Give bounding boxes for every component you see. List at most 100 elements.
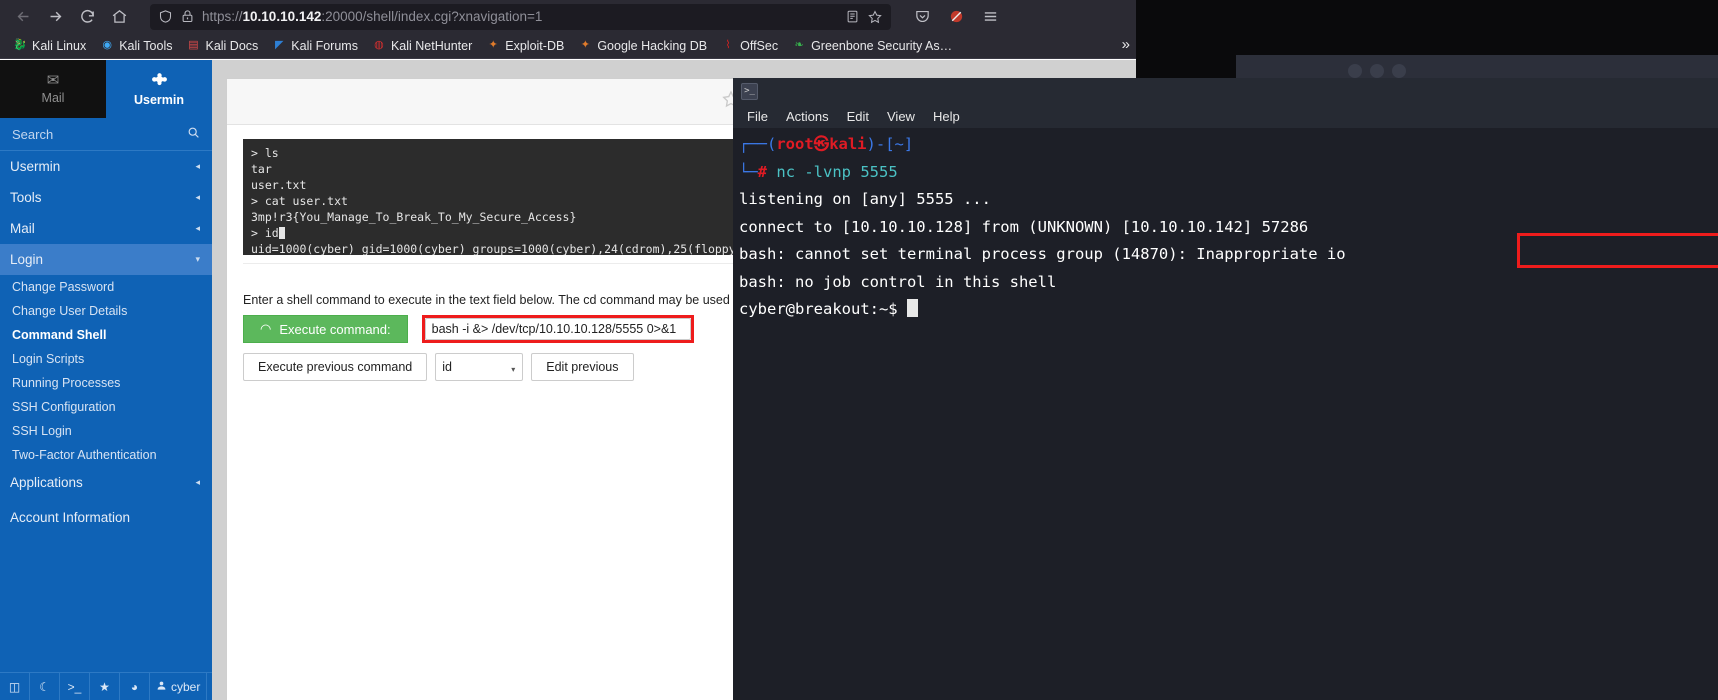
window-dot[interactable]: [1348, 64, 1362, 78]
prompt-user: root: [776, 135, 814, 153]
bookmark-star-icon[interactable]: [867, 9, 883, 25]
reader-view-icon[interactable]: [845, 9, 860, 24]
terminal-output-line: listening on [any] 5555 ...: [739, 190, 991, 208]
menu-help[interactable]: Help: [933, 109, 960, 124]
bookmark-item[interactable]: ◍ Kali NetHunter: [365, 37, 479, 55]
spinner-icon: ◠: [260, 321, 272, 336]
usermin-icon: [151, 72, 168, 90]
back-button-icon[interactable]: [8, 3, 38, 31]
execute-command-button[interactable]: ◠ Execute command:: [243, 315, 408, 343]
command-input-highlight: [421, 315, 694, 343]
sidebar-item-change-user-details[interactable]: Change User Details: [0, 299, 212, 323]
sidebar-item-ssh-configuration[interactable]: SSH Configuration: [0, 395, 212, 419]
console-line: tar: [251, 162, 272, 176]
sidebar-tab-mail[interactable]: ✉ Mail: [0, 60, 106, 118]
url-text[interactable]: https://10.10.10.142:20000/shell/index.c…: [202, 9, 838, 24]
terminal-output[interactable]: ┌──(root㉿kali)-[~] └─# nc -lvnp 5555 lis…: [733, 128, 1718, 700]
bookmark-item[interactable]: ⌇ OffSec: [714, 37, 785, 55]
prompt-host: kali: [829, 135, 867, 153]
lock-warning-icon[interactable]: [180, 9, 195, 24]
sidebar-group-label: Login: [10, 252, 44, 267]
sidebar-item-two-factor-authentication[interactable]: Two-Factor Authentication: [0, 443, 212, 467]
terminal-menubar: File Actions Edit View Help: [733, 104, 1718, 128]
menu-file[interactable]: File: [747, 109, 768, 124]
command-input[interactable]: [424, 318, 691, 340]
sidebar-group-mail[interactable]: Mail ◂: [0, 213, 212, 244]
terminal-icon[interactable]: >_: [60, 673, 90, 700]
sidebar-group-tools[interactable]: Tools ◂: [0, 182, 212, 213]
user-label: cyber: [171, 679, 201, 694]
menu-actions[interactable]: Actions: [786, 109, 829, 124]
sidebar-group-account-information[interactable]: Account Information: [0, 502, 212, 533]
palette-icon[interactable]: ◕: [120, 673, 150, 700]
window-dot[interactable]: [1392, 64, 1406, 78]
bookmark-item[interactable]: 🐉 Kali Linux: [6, 37, 93, 55]
sidebar-item-change-password[interactable]: Change Password: [0, 275, 212, 299]
sidebar-item-label: Change Password: [12, 280, 115, 294]
extension-blocked-icon[interactable]: [941, 3, 971, 31]
sidebar-current-user[interactable]: cyber: [150, 673, 208, 700]
sidebar-item-label: SSH Login: [12, 424, 72, 438]
sidebar-group-label: Mail: [10, 221, 35, 236]
url-path: :20000/shell/index.cgi?xnavigation=1: [321, 9, 543, 24]
favorites-icon[interactable]: ★: [90, 673, 120, 700]
sidebar-group-label: Applications: [10, 475, 83, 490]
bookmark-item[interactable]: ❧ Greenbone Security As…: [785, 37, 959, 55]
offsec-icon: ⌇: [725, 39, 731, 51]
chevron-left-icon: ◂: [195, 223, 200, 233]
pocket-icon[interactable]: [907, 3, 937, 31]
sidebar-group-applications[interactable]: Applications ◂: [0, 467, 212, 498]
sidebar-tab-usermin[interactable]: Usermin: [106, 60, 212, 118]
home-button-icon[interactable]: [104, 3, 134, 31]
sidebar-item-login-scripts[interactable]: Login Scripts: [0, 347, 212, 371]
window-dot[interactable]: [1370, 64, 1384, 78]
url-bar[interactable]: https://10.10.10.142:20000/shell/index.c…: [150, 3, 891, 30]
refresh-modules-icon[interactable]: ◫: [0, 673, 30, 700]
sidebar-group-label: Usermin: [10, 159, 61, 174]
kali-forums-icon: ◤: [275, 39, 284, 51]
menu-view[interactable]: View: [887, 109, 915, 124]
hamburger-menu-icon[interactable]: [975, 3, 1005, 31]
bookmark-label: Google Hacking DB: [597, 38, 708, 53]
sidebar-group-login[interactable]: Login ▾: [0, 244, 212, 275]
sidebar-item-label: Running Processes: [12, 376, 121, 390]
sidebar-search[interactable]: Search: [0, 118, 212, 151]
terminal-output-line: connect to [10.10.10.128] from (UNKNOWN)…: [739, 217, 1309, 236]
shield-icon[interactable]: [158, 9, 173, 24]
menu-edit[interactable]: Edit: [847, 109, 869, 124]
bookmark-label: Kali Docs: [205, 38, 259, 53]
theme-toggle-icon[interactable]: ☾: [30, 673, 60, 700]
sidebar-group-label: Account Information: [10, 510, 131, 525]
search-input[interactable]: Search: [12, 127, 53, 142]
bookmark-item[interactable]: ◤ Kali Forums: [265, 37, 365, 55]
bookmark-item[interactable]: ▤ Kali Docs: [179, 37, 265, 55]
bookmark-item[interactable]: ✦ Google Hacking DB: [571, 37, 714, 55]
reload-button-icon[interactable]: [72, 3, 102, 31]
kali-docs-icon: ▤: [188, 39, 199, 51]
chevron-left-icon: ◂: [195, 192, 200, 202]
kali-terminal-window[interactable]: >_ File Actions Edit View Help ┌──(root㉿…: [733, 78, 1718, 700]
bookmarks-overflow-button[interactable]: »: [1122, 36, 1130, 53]
execute-previous-command-button[interactable]: Execute previous command: [243, 353, 428, 381]
bookmark-label: Kali Forums: [291, 38, 358, 53]
execute-previous-label: Execute previous command: [258, 360, 413, 374]
prompt-corner-glyph: └─: [739, 162, 758, 181]
previous-command-select[interactable]: id ▾: [435, 353, 524, 381]
terminal-titlebar[interactable]: >_: [733, 78, 1718, 104]
chevron-down-icon: ▾: [195, 254, 200, 264]
sidebar-group-usermin[interactable]: Usermin ◂: [0, 151, 212, 182]
bookmark-item[interactable]: ◉ Kali Tools: [93, 37, 179, 55]
sidebar-item-running-processes[interactable]: Running Processes: [0, 371, 212, 395]
search-icon[interactable]: [187, 126, 200, 142]
edit-previous-button[interactable]: Edit previous: [531, 353, 634, 381]
terminal-output-line: bash: no job control in this shell: [739, 272, 1057, 291]
sidebar-item-command-shell[interactable]: Command Shell: [0, 323, 212, 347]
forward-button-icon[interactable]: [40, 3, 70, 31]
sidebar-item-ssh-login[interactable]: SSH Login: [0, 419, 212, 443]
url-scheme: https://: [202, 9, 243, 24]
kali-at-icon: ㉿: [813, 135, 830, 153]
bookmark-item[interactable]: ✦ Exploit-DB: [479, 37, 571, 55]
bookmarks-bar: 🐉 Kali Linux ◉ Kali Tools ▤ Kali Docs ◤ Kali…: [0, 33, 1136, 59]
bookmark-label: Kali Linux: [32, 38, 87, 53]
window-control-dots[interactable]: [1348, 64, 1406, 78]
